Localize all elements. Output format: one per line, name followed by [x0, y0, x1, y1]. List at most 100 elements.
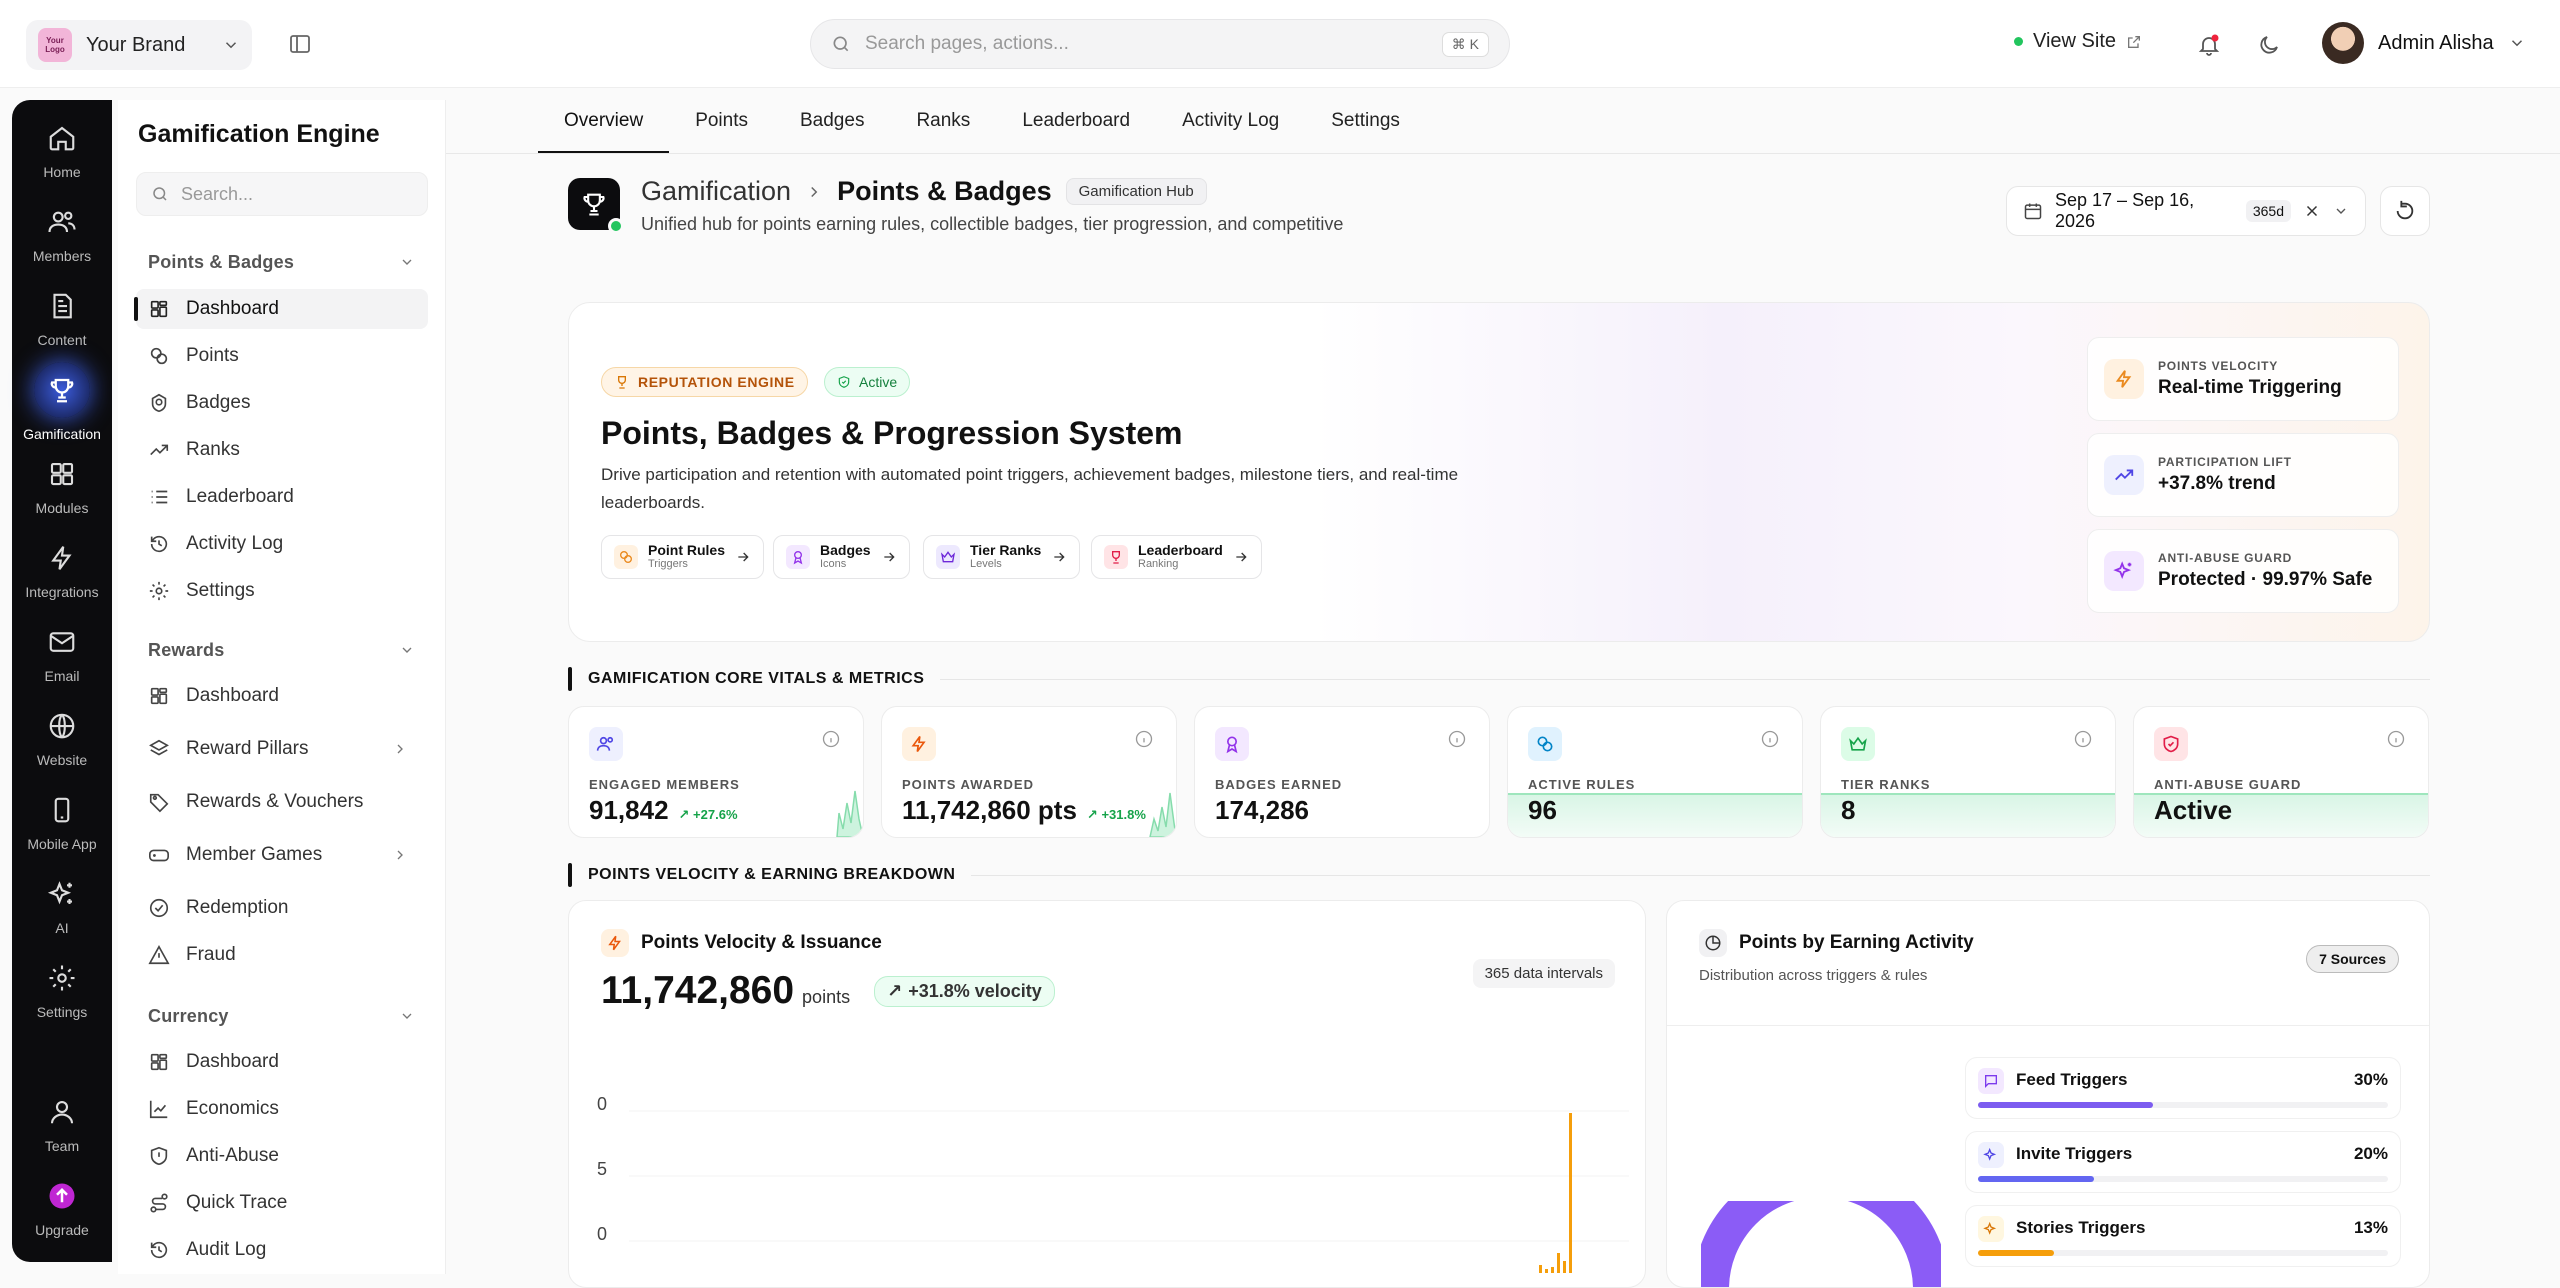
brand-switcher[interactable]: Your Logo Your Brand: [26, 20, 252, 70]
section-header-vitals: GAMIFICATION CORE VITALS & METRICS: [568, 667, 2430, 691]
tab-settings[interactable]: Settings: [1305, 100, 1426, 154]
tab-activity-log[interactable]: Activity Log: [1156, 100, 1305, 154]
section-currency[interactable]: Currency: [148, 1006, 229, 1027]
trending-up-icon: [148, 439, 170, 461]
velocity-bar: [1551, 1267, 1554, 1273]
tab-badges[interactable]: Badges: [774, 100, 890, 154]
sidebar-item-fraud[interactable]: Fraud: [136, 935, 428, 975]
sidebar-item-anti-abuse[interactable]: Anti-Abuse: [136, 1136, 428, 1176]
chevron-down-icon[interactable]: [399, 254, 415, 270]
source-percent: 30%: [2353, 1070, 2388, 1089]
source-invite-triggers[interactable]: Invite Triggers 20%: [1965, 1131, 2401, 1193]
source-name: Feed Triggers: [2016, 1070, 2128, 1089]
sidebar-item-member-games[interactable]: Member Games: [136, 835, 428, 875]
info-icon[interactable]: [2386, 729, 2406, 749]
metric-card-points-awarded[interactable]: POINTS AWARDED 11,742,860 pts ↗ +31.8%: [881, 706, 1177, 838]
tab-leaderboard[interactable]: Leaderboard: [996, 100, 1156, 154]
rail-item-content[interactable]: Content: [12, 288, 112, 348]
source-feed-triggers[interactable]: Feed Triggers 30%: [1965, 1057, 2401, 1119]
breadcrumb: Gamification Points & Badges Gamificatio…: [641, 176, 1207, 207]
rail-item-upgrade[interactable]: Upgrade: [12, 1178, 112, 1238]
close-icon[interactable]: [2303, 202, 2321, 220]
view-site-link[interactable]: View Site: [2014, 30, 2142, 53]
info-icon[interactable]: [1447, 729, 1467, 749]
chevron-down-icon[interactable]: [2333, 203, 2349, 219]
metric-card-anti-abuse-guard[interactable]: ANTI-ABUSE GUARD Active: [2133, 706, 2429, 838]
info-icon[interactable]: [1134, 729, 1154, 749]
info-icon[interactable]: [1760, 729, 1780, 749]
chevron-down-icon[interactable]: [399, 1008, 415, 1024]
app-rail: Home Members Content Gamification Module…: [12, 100, 112, 1262]
user-menu[interactable]: Admin Alisha: [2322, 22, 2526, 64]
rail-item-mobile-app[interactable]: Mobile App: [12, 792, 112, 852]
rail-item-email[interactable]: Email: [12, 624, 112, 684]
sidebar-item-ranks[interactable]: Ranks: [136, 430, 428, 470]
breadcrumb-parent[interactable]: Gamification: [641, 176, 791, 207]
rail-item-integrations[interactable]: Integrations: [12, 540, 112, 600]
metric-value: 11,742,860 pts: [902, 795, 1077, 825]
chip-tier-ranks[interactable]: Tier Ranks Levels: [923, 535, 1081, 579]
tag-icon: [148, 791, 170, 813]
sidebar-item-economics[interactable]: Economics: [136, 1089, 428, 1129]
rail-item-website[interactable]: Website: [12, 708, 112, 768]
sidebar-item-currency-dashboard[interactable]: Dashboard: [136, 1042, 428, 1082]
rail-item-members[interactable]: Members: [12, 204, 112, 264]
sidebar-item-leaderboard[interactable]: Leaderboard: [136, 477, 428, 517]
metric-card-badges-earned[interactable]: BADGES EARNED 174,286: [1194, 706, 1490, 838]
badge-icon: [786, 545, 810, 569]
sidebar-item-settings[interactable]: Settings: [136, 571, 428, 611]
sidebar-item-dashboard[interactable]: Dashboard: [134, 289, 428, 329]
sidebar-item-redemption[interactable]: Redemption: [136, 888, 428, 928]
tab-ranks[interactable]: Ranks: [890, 100, 996, 154]
sidebar-toggle-icon[interactable]: [286, 30, 314, 58]
total-points: 11,742,860 points ↗ +31.8% velocity: [601, 969, 1055, 1013]
section-points-badges[interactable]: Points & Badges: [148, 252, 294, 273]
sidebar-item-points[interactable]: Points: [136, 336, 428, 376]
sidebar-item-quick-trace[interactable]: Quick Trace: [136, 1183, 428, 1223]
sidebar-item-audit-log[interactable]: Audit Log: [136, 1230, 428, 1270]
refresh-button[interactable]: [2380, 186, 2430, 236]
sidebar-item-badges[interactable]: Badges: [136, 383, 428, 423]
sidebar-item-reward-pillars[interactable]: Reward Pillars: [136, 729, 428, 769]
metric-card-active-rules[interactable]: ACTIVE RULES 96: [1507, 706, 1803, 838]
source-stories-triggers[interactable]: Stories Triggers 13%: [1965, 1205, 2401, 1267]
sidebar-item-activity-log[interactable]: Activity Log: [136, 524, 428, 564]
hero-card-value: +37.8% trend: [2158, 473, 2276, 494]
rail-item-team[interactable]: Team: [12, 1094, 112, 1154]
sidebar-item-rewards-vouchers[interactable]: Rewards & Vouchers: [136, 782, 428, 822]
notifications-button[interactable]: [2192, 28, 2226, 62]
rail-item-gamification[interactable]: Gamification: [12, 362, 112, 442]
rail-label: Mobile App: [27, 836, 97, 852]
chip-point-rules[interactable]: Point Rules Triggers: [601, 535, 765, 579]
metric-value: 8: [1841, 795, 1856, 825]
gear-icon: [44, 960, 80, 996]
metric-card-engaged-members[interactable]: ENGAGED MEMBERS 91,842 ↗ +27.6%: [568, 706, 864, 838]
info-icon[interactable]: [2073, 729, 2093, 749]
arrow-right-icon: [881, 549, 897, 565]
search-shortcut: ⌘ K: [1441, 31, 1489, 57]
rail-item-settings[interactable]: Settings: [12, 960, 112, 1020]
tab-overview[interactable]: Overview: [538, 100, 670, 154]
tab-points[interactable]: Points: [669, 100, 774, 154]
chip-leaderboard[interactable]: Leaderboard Ranking: [1091, 535, 1262, 579]
chip-sub: Ranking: [1138, 558, 1179, 570]
global-search[interactable]: Search pages, actions... ⌘ K: [810, 19, 1510, 69]
rail-item-home[interactable]: Home: [12, 120, 112, 180]
velocity-bar: [1557, 1253, 1560, 1273]
metric-card-tier-ranks[interactable]: TIER RANKS 8: [1820, 706, 2116, 838]
points-velocity-panel: Points Velocity & Issuance 11,742,860 po…: [568, 900, 1646, 1288]
hero-card-value: Protected · 99.97% Safe: [2158, 569, 2373, 590]
sidebar-search-input[interactable]: Search...: [136, 172, 428, 216]
rail-item-modules[interactable]: Modules: [12, 456, 112, 516]
panel-subtitle: Distribution across triggers & rules: [1699, 967, 1928, 984]
info-icon[interactable]: [821, 729, 841, 749]
rail-item-ai[interactable]: AI: [12, 876, 112, 936]
date-range-picker[interactable]: Sep 17 – Sep 16, 2026 365d: [2006, 186, 2366, 236]
search-placeholder: Search...: [181, 183, 254, 204]
section-rewards[interactable]: Rewards: [148, 640, 224, 661]
theme-toggle-button[interactable]: [2252, 28, 2286, 62]
metric-label: ACTIVE RULES: [1528, 777, 1636, 792]
sidebar-item-rewards-dashboard[interactable]: Dashboard: [136, 676, 428, 716]
chevron-down-icon[interactable]: [399, 642, 415, 658]
chip-badges[interactable]: Badges Icons: [773, 535, 910, 579]
